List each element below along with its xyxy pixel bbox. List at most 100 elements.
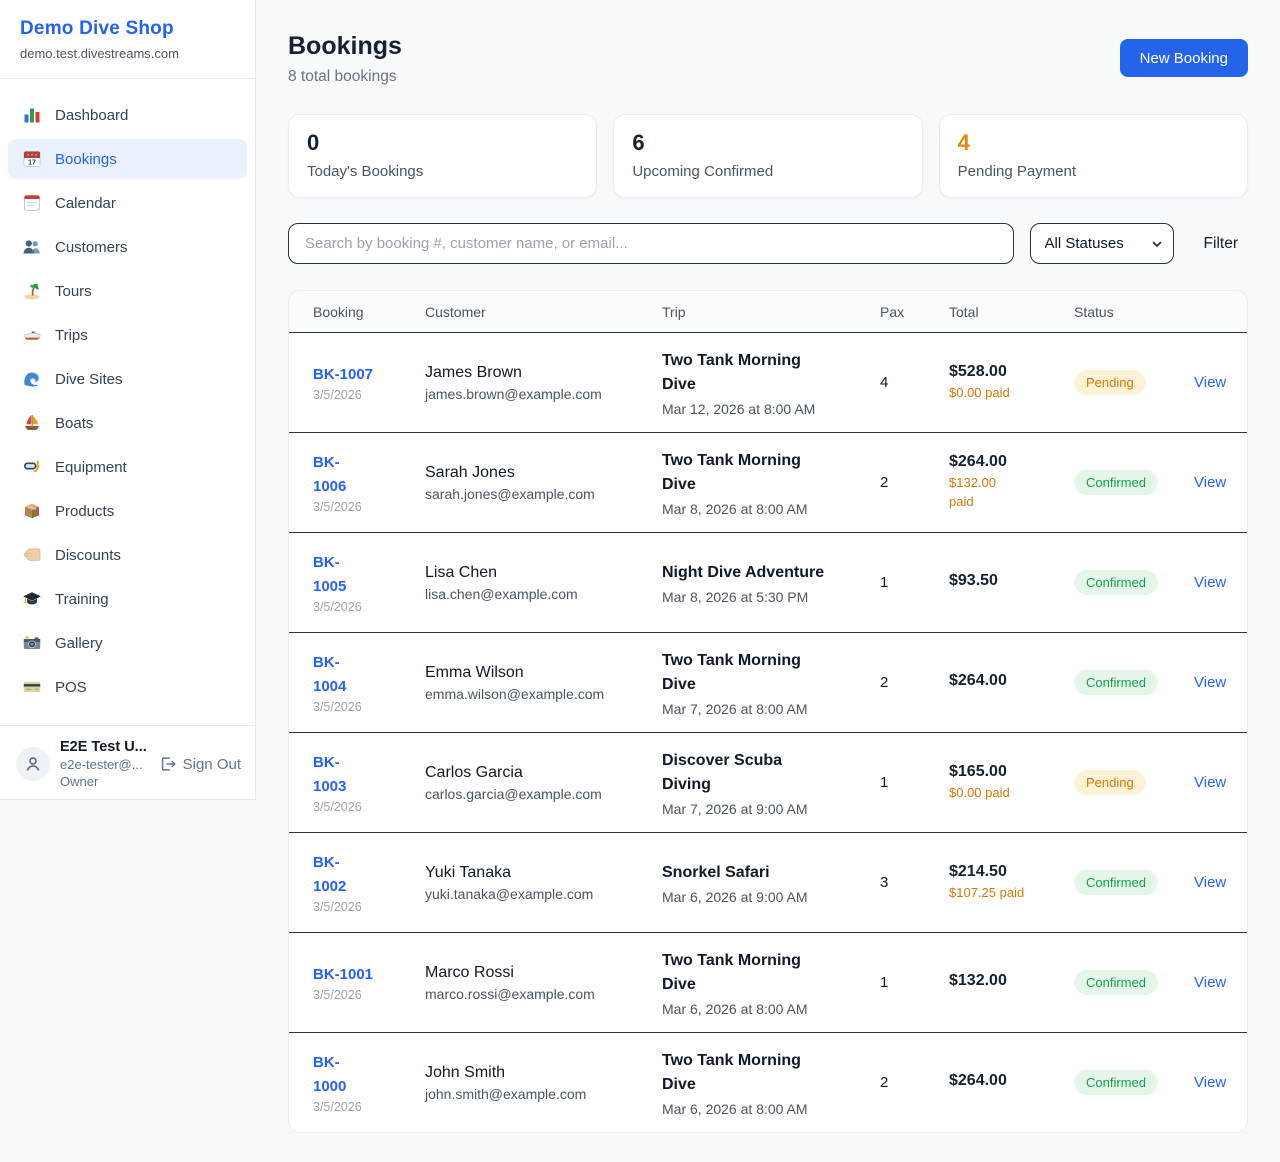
avatar — [16, 747, 50, 781]
sidebar-item-tours[interactable]: Tours — [8, 271, 247, 311]
total-amount: $165.00 — [949, 763, 1062, 781]
sidebar-item-equipment[interactable]: Equipment — [8, 447, 247, 487]
filter-button[interactable]: Filter — [1204, 235, 1238, 253]
brand-domain: demo.test.divestreams.com — [20, 46, 235, 61]
table-row: BK-10073/5/2026 James Brownjames.brown@e… — [289, 332, 1247, 432]
customer-name: James Brown — [425, 364, 650, 382]
filters-row: All Statuses Filter — [288, 223, 1248, 264]
calendar-date-icon: 17 — [22, 149, 42, 169]
user-role: Owner — [60, 774, 147, 789]
view-link[interactable]: View — [1194, 874, 1226, 891]
booking-id-link[interactable]: BK- 1000 — [313, 1051, 413, 1098]
trip-datetime: Mar 12, 2026 at 8:00 AM — [662, 401, 868, 417]
booking-id-link[interactable]: BK-1007 — [313, 363, 413, 386]
stat-card-pending-payment: 4 Pending Payment — [939, 114, 1248, 198]
sidebar-item-bookings[interactable]: 17 Bookings — [8, 139, 247, 179]
status-select[interactable]: All Statuses — [1030, 223, 1174, 264]
total-amount: $132.00 — [949, 972, 1062, 990]
sidebar-item-label: Products — [55, 503, 114, 520]
tear-calendar-icon — [22, 193, 42, 213]
sidebar-nav: Dashboard 17 Bookings Calendar Customers… — [0, 79, 255, 719]
stat-card-todays-bookings: 0 Today's Bookings — [288, 114, 597, 198]
trip-datetime: Mar 8, 2026 at 5:30 PM — [662, 589, 868, 605]
pax-count: 1 — [880, 574, 949, 591]
status-badge: Confirmed — [1074, 570, 1158, 595]
booking-date: 3/5/2026 — [313, 388, 413, 402]
stat-value: 0 — [307, 131, 578, 155]
status-badge: Confirmed — [1074, 470, 1158, 495]
sidebar-item-pos[interactable]: POS — [8, 667, 247, 707]
stats-row: 0 Today's Bookings 6 Upcoming Confirmed … — [288, 114, 1248, 198]
sidebar: Demo Dive Shop demo.test.divestreams.com… — [0, 0, 256, 800]
new-booking-button[interactable]: New Booking — [1120, 39, 1248, 77]
booking-id-link[interactable]: BK- 1005 — [313, 551, 413, 598]
view-link[interactable]: View — [1194, 1074, 1226, 1091]
sidebar-item-gallery[interactable]: Gallery — [8, 623, 247, 663]
paid-amount: $132.00 paid — [949, 474, 1062, 512]
sidebar-item-label: Calendar — [55, 195, 116, 212]
camera-icon — [22, 633, 42, 653]
pax-count: 3 — [880, 874, 949, 891]
booking-id-link[interactable]: BK- 1002 — [313, 851, 413, 898]
trip-datetime: Mar 7, 2026 at 8:00 AM — [662, 701, 868, 717]
booking-id-link[interactable]: BK- 1006 — [313, 451, 413, 498]
total-amount: $214.50 — [949, 863, 1062, 881]
sidebar-item-label: Dashboard — [55, 107, 128, 124]
sidebar-item-label: Trips — [55, 327, 88, 344]
sidebar-item-calendar[interactable]: Calendar — [8, 183, 247, 223]
pax-count: 2 — [880, 474, 949, 491]
column-header-status: Status — [1074, 304, 1194, 320]
sidebar-item-products[interactable]: Products — [8, 491, 247, 531]
view-link[interactable]: View — [1194, 674, 1226, 691]
booking-id-link[interactable]: BK- 1003 — [313, 751, 413, 798]
column-header-booking: Booking — [313, 304, 425, 320]
table-row: BK- 10043/5/2026 Emma Wilsonemma.wilson@… — [289, 632, 1247, 732]
view-link[interactable]: View — [1194, 574, 1226, 591]
trip-title: Two Tank Morning Dive — [662, 649, 868, 697]
stat-label: Pending Payment — [958, 163, 1229, 180]
pax-count: 4 — [880, 374, 949, 391]
view-link[interactable]: View — [1194, 774, 1226, 791]
sidebar-item-discounts[interactable]: Discounts — [8, 535, 247, 575]
sidebar-item-training[interactable]: Training — [8, 579, 247, 619]
view-link[interactable]: View — [1194, 974, 1226, 991]
pax-count: 1 — [880, 774, 949, 791]
booking-id-link[interactable]: BK- 1004 — [313, 651, 413, 698]
booking-id-link[interactable]: BK-1001 — [313, 963, 413, 986]
total-amount: $264.00 — [949, 1072, 1062, 1090]
booking-date: 3/5/2026 — [313, 900, 413, 914]
customer-email: sarah.jones@example.com — [425, 486, 650, 502]
total-amount: $528.00 — [949, 363, 1062, 381]
stat-label: Today's Bookings — [307, 163, 578, 180]
status-badge: Confirmed — [1074, 1070, 1158, 1095]
tag-icon — [22, 545, 42, 565]
bookings-table: Booking Customer Trip Pax Total Status B… — [288, 290, 1248, 1133]
sidebar-item-dive-sites[interactable]: Dive Sites — [8, 359, 247, 399]
user-email: e2e-tester@... — [60, 757, 147, 772]
sidebar-item-dashboard[interactable]: Dashboard — [8, 95, 247, 135]
sidebar-item-trips[interactable]: Trips — [8, 315, 247, 355]
trip-title: Discover Scuba Diving — [662, 749, 868, 797]
brand: Demo Dive Shop demo.test.divestreams.com — [0, 0, 255, 79]
sign-out-button[interactable]: Sign Out — [159, 755, 241, 773]
table-row: BK- 10053/5/2026 Lisa Chenlisa.chen@exam… — [289, 532, 1247, 632]
booking-date: 3/5/2026 — [313, 988, 413, 1002]
graduation-cap-icon — [22, 589, 42, 609]
trip-title: Two Tank Morning Dive — [662, 449, 868, 497]
search-input[interactable] — [288, 223, 1014, 264]
total-bookings-count: 8 total bookings — [288, 68, 402, 86]
sidebar-item-customers[interactable]: Customers — [8, 227, 247, 267]
table-row: BK- 10033/5/2026 Carlos Garciacarlos.gar… — [289, 732, 1247, 832]
total-amount: $264.00 — [949, 672, 1062, 690]
sidebar-item-label: Discounts — [55, 547, 121, 564]
view-link[interactable]: View — [1194, 474, 1226, 491]
booking-date: 3/5/2026 — [313, 700, 413, 714]
main-content: Bookings 8 total bookings New Booking 0 … — [256, 0, 1280, 1133]
customer-name: John Smith — [425, 1064, 650, 1082]
customer-email: yuki.tanaka@example.com — [425, 886, 650, 902]
sidebar-item-boats[interactable]: Boats — [8, 403, 247, 443]
customer-email: carlos.garcia@example.com — [425, 786, 650, 802]
view-link[interactable]: View — [1194, 374, 1226, 391]
total-amount: $93.50 — [949, 572, 1062, 590]
wave-icon — [22, 369, 42, 389]
